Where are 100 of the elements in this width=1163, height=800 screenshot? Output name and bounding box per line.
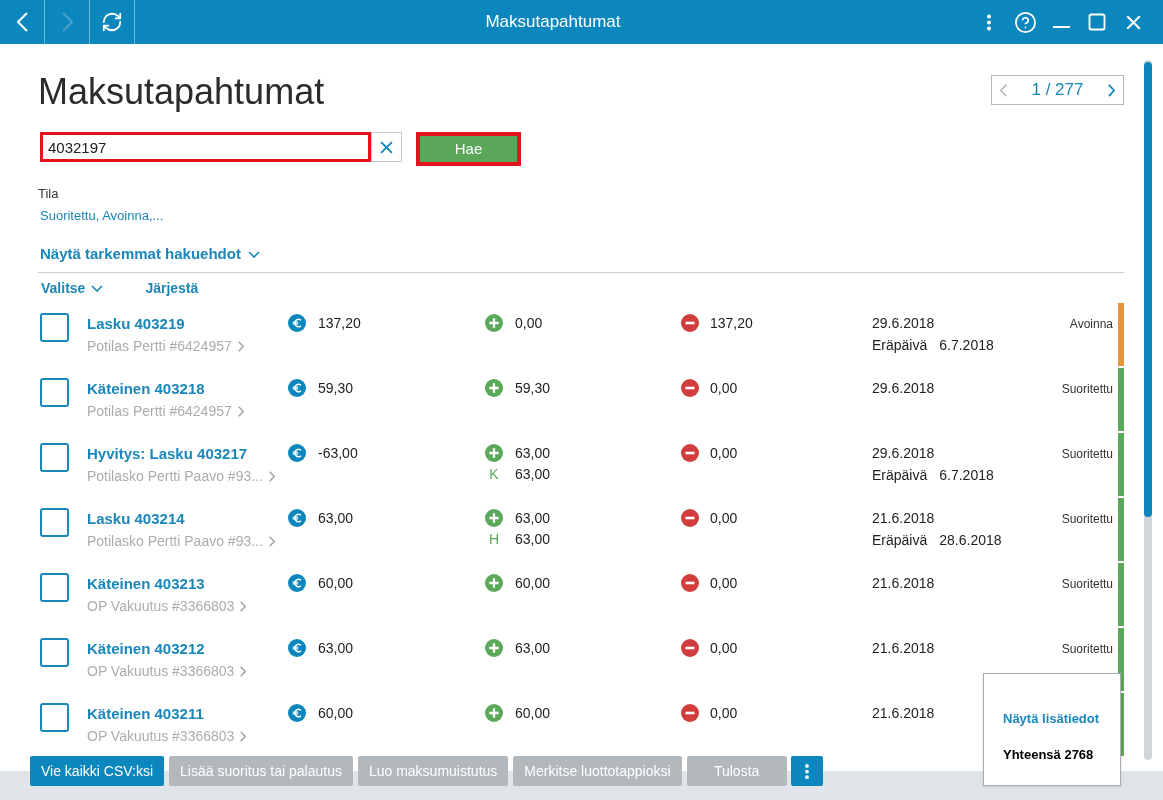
transaction-link[interactable]: Käteinen 403218 xyxy=(87,378,205,400)
minus-icon xyxy=(681,314,699,332)
minus-icon xyxy=(681,444,699,462)
date-text: 21.6.2018 xyxy=(872,509,935,528)
total-text: Yhteensä 2768 xyxy=(1003,746,1094,764)
next-page-button[interactable] xyxy=(1108,83,1115,97)
page-title: Maksutapahtumat xyxy=(38,70,325,114)
plus-icon xyxy=(485,574,503,592)
help-icon xyxy=(1013,10,1037,34)
amount-text: 0,00 xyxy=(710,574,738,592)
date-text: 21.6.2018 xyxy=(872,704,935,723)
advanced-search-toggle[interactable]: Näytä tarkemmat hakuehdot xyxy=(40,243,260,265)
plus-icon xyxy=(485,509,503,527)
chevron-right-icon xyxy=(237,340,244,352)
euro-icon xyxy=(288,379,306,397)
date-text: 21.6.2018 xyxy=(872,574,935,593)
euro-icon xyxy=(288,444,306,462)
transaction-link[interactable]: Käteinen 403213 xyxy=(87,573,205,595)
date-text: 29.6.2018 xyxy=(872,379,935,398)
kebab-icon xyxy=(987,13,991,31)
search-field[interactable]: 4032197 xyxy=(40,132,371,162)
amount-text: 60,00 xyxy=(515,574,551,592)
customer-link[interactable]: Potilas Pertti #6424957 xyxy=(87,400,244,422)
clear-button[interactable] xyxy=(371,132,402,162)
amount-text: 63,00 xyxy=(515,530,551,548)
checkbox[interactable] xyxy=(40,313,69,342)
amount-text: 63,00 xyxy=(318,639,354,657)
transaction-link[interactable]: Lasku 403219 xyxy=(87,313,185,335)
chevron-right-icon xyxy=(268,470,275,482)
amount-text: 63,00 xyxy=(318,509,354,527)
scrollbar[interactable] xyxy=(1144,60,1152,760)
customer-link[interactable]: OP Vakuutus #3366803 xyxy=(87,725,247,747)
payment-type-label: H xyxy=(487,530,501,548)
amount-text: 63,00 xyxy=(515,465,551,483)
checkbox[interactable] xyxy=(40,508,69,537)
euro-icon xyxy=(288,639,306,657)
amount-text: 0,00 xyxy=(710,444,738,462)
chevron-right-icon xyxy=(237,405,244,417)
customer-link[interactable]: Potilasko Pertti Paavo #93... xyxy=(87,530,275,552)
select-menu-button[interactable]: Valitse xyxy=(41,278,104,298)
chevron-right-icon xyxy=(240,600,247,612)
status-text: Suoritettu xyxy=(1061,577,1113,591)
amount-text: 0,00 xyxy=(710,639,738,657)
action-button[interactable]: Vie kaikki CSV:ksi xyxy=(30,756,165,786)
transaction-link[interactable]: Käteinen 403211 xyxy=(87,703,204,725)
more-button[interactable] xyxy=(790,756,823,786)
search-button[interactable]: Hae xyxy=(416,132,521,166)
close-icon xyxy=(380,140,393,154)
amount-text: 0,00 xyxy=(515,314,543,332)
euro-icon xyxy=(288,574,306,592)
date-text: 29.6.2018 xyxy=(872,444,935,463)
euro-icon xyxy=(288,704,306,722)
minus-icon xyxy=(681,509,699,527)
payment-type-label: K xyxy=(488,465,500,483)
minus-icon xyxy=(681,379,699,397)
details-link[interactable]: Näytä lisätiedot xyxy=(1003,710,1100,728)
sort-button[interactable]: Järjestä xyxy=(145,278,199,298)
amount-text: 0,00 xyxy=(710,704,738,722)
amount-text: 59,30 xyxy=(318,379,354,397)
amount-text: -63,00 xyxy=(318,444,358,462)
customer-link[interactable]: Potilasko Pertti Paavo #93... xyxy=(87,465,275,487)
minus-icon xyxy=(681,574,699,592)
amount-text: 0,00 xyxy=(710,379,738,397)
checkbox[interactable] xyxy=(40,638,69,667)
due-date-text: 6.7.2018 xyxy=(939,336,994,355)
chevron-right-icon xyxy=(268,535,275,547)
customer-link[interactable]: OP Vakuutus #3366803 xyxy=(87,595,247,617)
status-text: Suoritettu xyxy=(1061,382,1113,396)
amount-text: 63,00 xyxy=(515,444,551,462)
customer-link[interactable]: Potilas Pertti #6424957 xyxy=(87,335,244,357)
status-text: Suoritettu xyxy=(1061,512,1113,526)
checkbox[interactable] xyxy=(40,703,69,732)
due-date-label: Eräpäivä xyxy=(872,336,928,355)
page-indicator: 1 / 277 xyxy=(1031,79,1084,102)
transaction-link[interactable]: Lasku 403214 xyxy=(87,508,185,530)
minus-icon xyxy=(681,704,699,722)
minimize-icon xyxy=(1052,26,1070,28)
plus-icon xyxy=(485,639,503,657)
amount-text: 137,20 xyxy=(318,314,361,332)
transaction-link[interactable]: Hyvitys: Lasku 403217 xyxy=(87,443,248,465)
checkbox[interactable] xyxy=(40,573,69,602)
amount-text: 137,20 xyxy=(710,314,753,332)
chevron-down-icon xyxy=(247,250,260,258)
due-date-label: Eräpäivä xyxy=(872,531,928,550)
customer-link[interactable]: OP Vakuutus #3366803 xyxy=(87,660,247,682)
checkbox[interactable] xyxy=(40,443,69,472)
filter-link[interactable]: Suoritettu, Avoinna,... xyxy=(40,207,164,225)
kebab-icon xyxy=(804,763,809,779)
filter-label: Tila xyxy=(38,185,59,203)
plus-icon xyxy=(485,704,503,722)
chevron-left-icon xyxy=(1000,83,1007,97)
amount-text: 60,00 xyxy=(515,704,551,722)
transaction-link[interactable]: Käteinen 403212 xyxy=(87,638,205,660)
maximize-icon xyxy=(1087,12,1107,32)
scrollbar-thumb[interactable] xyxy=(1144,62,1152,517)
due-date-text: 6.7.2018 xyxy=(939,466,994,485)
checkbox[interactable] xyxy=(40,378,69,407)
due-date-text: 28.6.2018 xyxy=(939,531,1002,550)
close-icon xyxy=(1125,14,1141,30)
euro-icon xyxy=(288,509,306,527)
